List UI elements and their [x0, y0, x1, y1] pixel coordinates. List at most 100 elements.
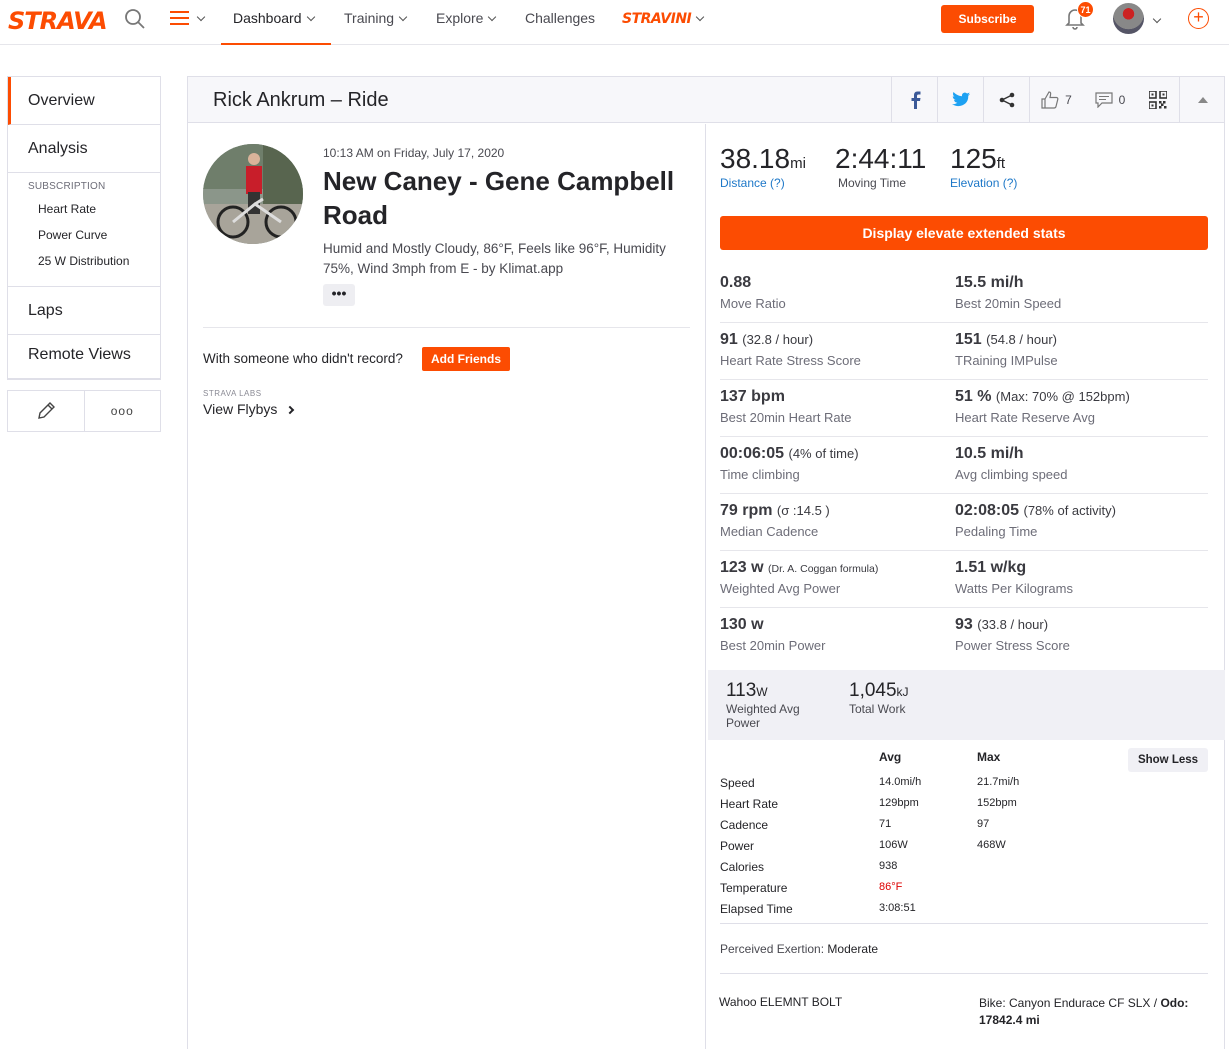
strava-labs-label: STRAVA LABS: [203, 389, 262, 398]
divider: [203, 327, 690, 328]
table-row: Calories 938: [720, 860, 898, 874]
chevron-down-icon: [196, 12, 206, 22]
divider: [720, 923, 1208, 924]
chevron-down-icon: [398, 12, 408, 22]
distance-label[interactable]: Distance (?): [720, 176, 835, 190]
nav-challenges[interactable]: Challenges: [525, 0, 595, 45]
ext-stat: 00:06:05 (4% of time) Time climbing: [720, 445, 859, 482]
kudos-button[interactable]: 7: [1029, 77, 1083, 122]
ext-stat: 123 w (Dr. A. Coggan formula) Weighted Av…: [720, 559, 879, 596]
primary-stats: 38.18mi Distance (?) 2:44:11 Moving Time…: [720, 144, 1208, 192]
sidebar-item-power-distribution[interactable]: 25 W Distribution: [28, 254, 160, 280]
share-icon: [999, 92, 1014, 107]
nav-training[interactable]: Training: [344, 0, 408, 45]
more-options-button[interactable]: •••: [323, 284, 355, 306]
nav-stravini[interactable]: STRAVINI: [622, 0, 705, 45]
ext-row: 00:06:05 (4% of time) Time climbing 10.5 …: [720, 437, 1208, 494]
comment-icon: [1095, 91, 1113, 108]
chevron-down-icon: [306, 12, 315, 22]
activity-date: 10:13 AM on Friday, July 17, 2020: [323, 146, 505, 160]
add-friends-button[interactable]: Add Friends: [422, 347, 510, 371]
more-dots-icon: ooo: [110, 404, 134, 418]
ext-stat: 137 bpm Best 20min Heart Rate: [720, 388, 852, 425]
sidebar-item-heart-rate[interactable]: Heart Rate: [28, 202, 160, 228]
col-max: Max: [977, 750, 1001, 764]
user-avatar[interactable]: [1113, 3, 1144, 34]
qr-code-button[interactable]: [1137, 77, 1179, 122]
show-less-button[interactable]: Show Less: [1128, 748, 1208, 772]
subscribe-button[interactable]: Subscribe: [941, 5, 1034, 33]
ext-stat: 79 rpm (σ :14.5 ) Median Cadence: [720, 502, 830, 539]
ext-stat: 130 w Best 20min Power: [720, 616, 826, 653]
power-summary: 113W Weighted Avg Power 1,045kJ Total Wo…: [708, 670, 1225, 740]
activity-name: New Caney - Gene Campbell Road: [323, 166, 675, 230]
ext-row: 0.88 Move Ratio 15.5 mi/h Best 20min Speed: [720, 266, 1208, 323]
edit-button[interactable]: [8, 391, 85, 431]
sidebar-item-remote-views[interactable]: Remote Views: [8, 335, 160, 379]
more-actions-button[interactable]: ooo: [85, 391, 161, 431]
col-avg: Avg: [879, 750, 902, 764]
chevron-right-icon: [286, 405, 295, 415]
nav-explore[interactable]: Explore: [436, 0, 497, 45]
ext-stat: 1.51 w/kg Watts Per Kilograms: [955, 559, 1073, 596]
sidebar-item-analysis[interactable]: Analysis: [8, 125, 160, 173]
chevron-down-icon: [696, 12, 705, 22]
facebook-share-button[interactable]: [891, 77, 937, 122]
comments-button[interactable]: 0: [1083, 77, 1137, 122]
ext-stat: 02:08:05 (78% of activity) Pedaling Time: [955, 502, 1116, 539]
twitter-share-button[interactable]: [937, 77, 983, 122]
table-header: Avg Max Show Less: [720, 748, 1208, 772]
qr-code-icon: [1149, 90, 1167, 109]
ext-row: 123 w (Dr. A. Coggan formula) Weighted Av…: [720, 551, 1208, 608]
sidebar-tools: ooo: [7, 390, 161, 432]
ext-row: 79 rpm (σ :14.5 ) Median Cadence 02:08:05…: [720, 494, 1208, 551]
add-plus-icon[interactable]: +: [1188, 8, 1209, 29]
sidebar-item-laps[interactable]: Laps: [8, 287, 160, 335]
extended-stats-grid: 0.88 Move Ratio 15.5 mi/h Best 20min Speed…: [720, 266, 1208, 665]
hamburger-menu-icon[interactable]: [170, 10, 190, 29]
comments-count: 0: [1118, 92, 1126, 107]
sidebar-item-power-curve[interactable]: Power Curve: [28, 228, 160, 254]
device-name: Wahoo ELEMNT BOLT: [719, 995, 843, 1009]
ext-stat: 15.5 mi/h Best 20min Speed: [955, 274, 1062, 311]
divider: [720, 973, 1208, 974]
sidebar-item-overview[interactable]: Overview: [8, 77, 160, 125]
ext-stat: 51 % (Max: 70% @ 152bpm) Heart Rate Reser…: [955, 388, 1130, 425]
top-nav: STRAVA Dashboard Training Explore Challe…: [0, 0, 1229, 45]
share-button[interactable]: [983, 77, 1029, 122]
twitter-icon: [951, 92, 970, 107]
caret-up-icon: [1197, 96, 1208, 103]
perceived-exertion: Perceived Exertion: Moderate: [720, 942, 879, 956]
activity-header: Rick Ankrum – Ride 7 0: [188, 77, 1224, 123]
ext-stat: 0.88 Move Ratio: [720, 274, 786, 311]
chevron-down-icon[interactable]: [1152, 14, 1162, 24]
stat-weighted-avg-power: 113W Weighted Avg Power: [726, 680, 800, 730]
stat-total-work: 1,045kJ Total Work: [849, 680, 909, 716]
strava-logo[interactable]: STRAVA: [8, 7, 108, 35]
sidebar-subscription: SUBSCRIPTION Heart Rate Power Curve 25 W…: [8, 173, 160, 287]
table-row: Power 106W 468W: [720, 839, 1006, 853]
elevation-label[interactable]: Elevation (?): [950, 176, 1065, 190]
athlete-avatar[interactable]: [203, 144, 303, 244]
activity-summary: 10:13 AM on Friday, July 17, 2020 New Ca…: [188, 124, 706, 1049]
search-icon[interactable]: [124, 8, 146, 30]
view-flybys-link[interactable]: View Flybys: [203, 401, 295, 417]
thumbs-up-icon: [1041, 90, 1059, 109]
ext-row: 91 (32.8 / hour) Heart Rate Stress Score …: [720, 323, 1208, 380]
elevate-extended-stats-button[interactable]: Display elevate extended stats: [720, 216, 1208, 250]
sidebar: Overview Analysis SUBSCRIPTION Heart Rat…: [7, 76, 161, 432]
table-row: Cadence 71 97: [720, 818, 990, 832]
stat-distance: 38.18mi Distance (?): [720, 144, 835, 192]
nav-dashboard[interactable]: Dashboard: [221, 0, 331, 45]
sidebar-nav: Overview Analysis SUBSCRIPTION Heart Rat…: [7, 76, 161, 380]
kudos-count: 7: [1065, 92, 1072, 107]
activity-stats: 38.18mi Distance (?) 2:44:11 Moving Time…: [720, 124, 1208, 665]
ext-stat: 93 (33.8 / hour) Power Stress Score: [955, 616, 1070, 653]
table-row: Heart Rate 129bpm 152bpm: [720, 797, 1017, 811]
collapse-header-button[interactable]: [1179, 77, 1225, 122]
notification-badge: 71: [1077, 1, 1094, 18]
stat-moving-time: 2:44:11 Moving Time: [835, 143, 927, 191]
chevron-down-icon: [488, 12, 497, 22]
table-row: Speed 14.0mi/h 21.7mi/h: [720, 776, 1020, 790]
stat-elevation: 125ft Elevation (?): [950, 144, 1065, 192]
